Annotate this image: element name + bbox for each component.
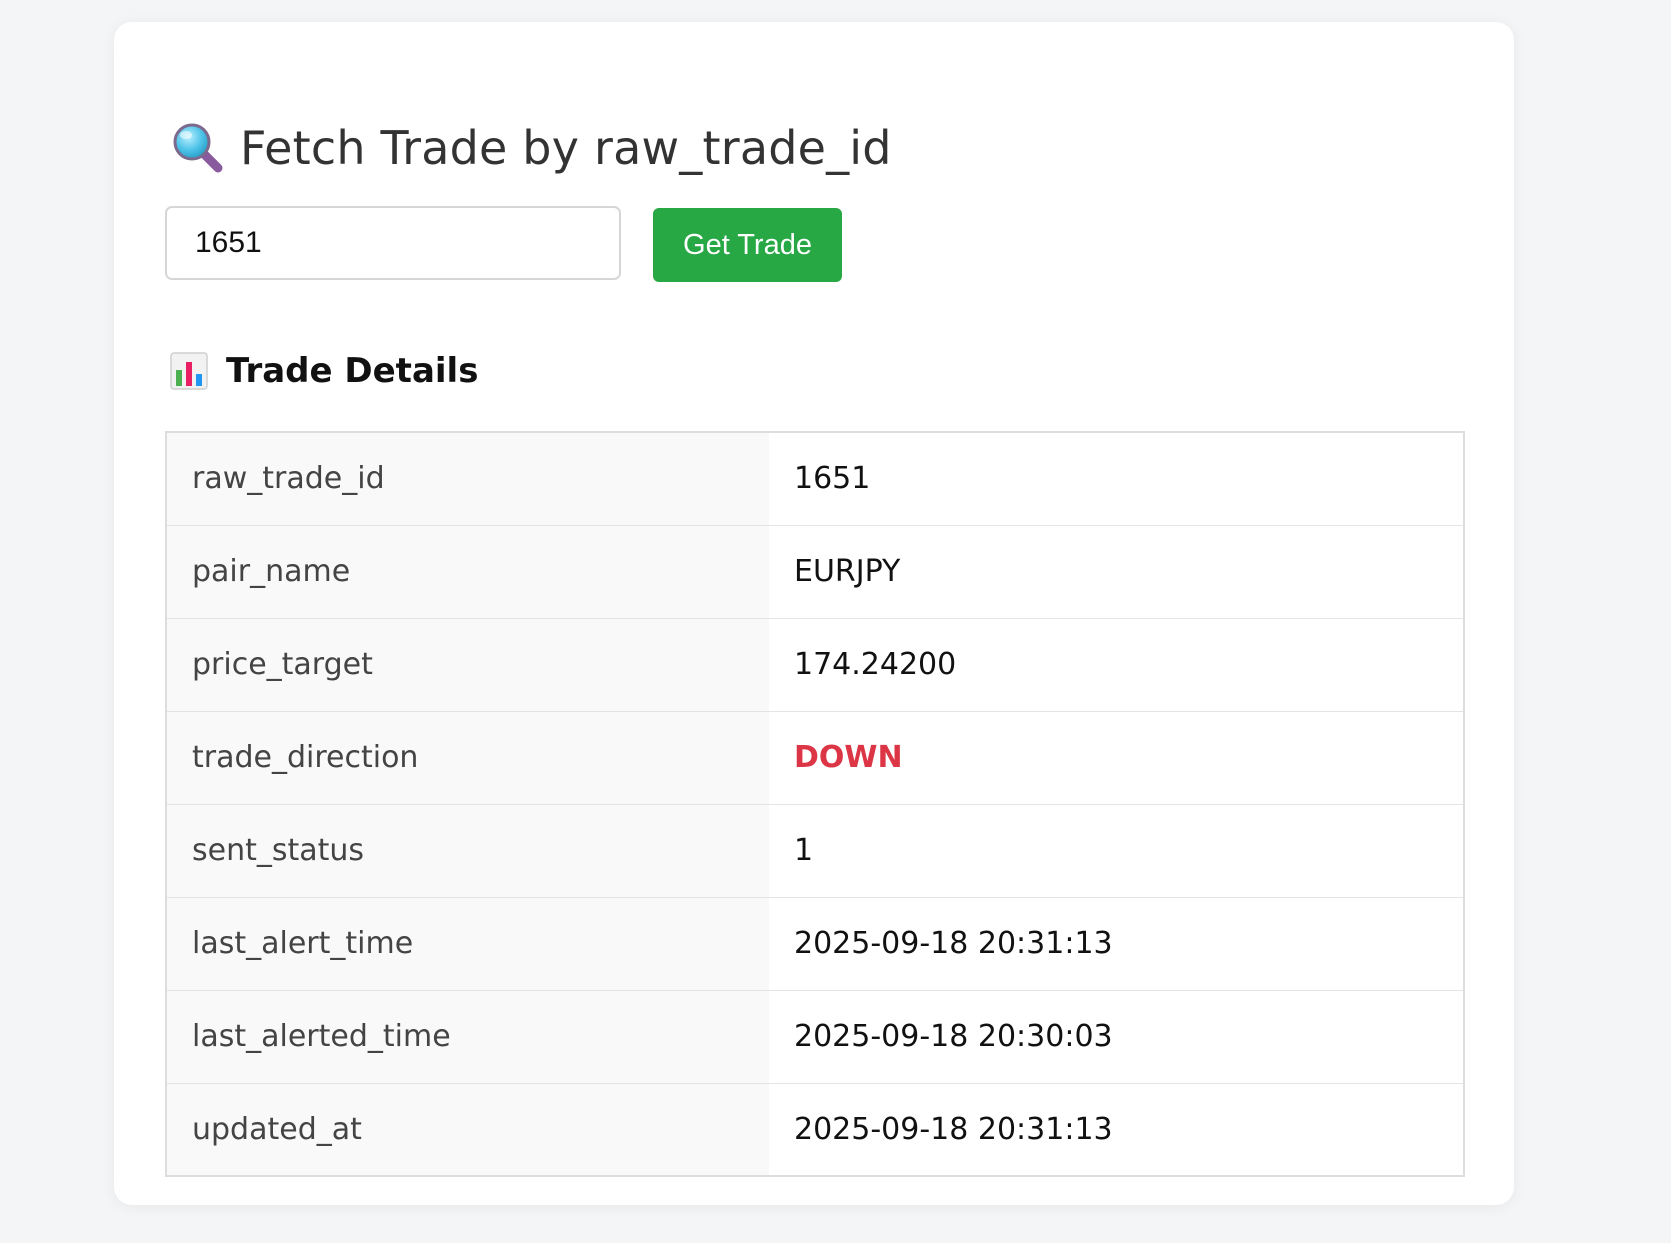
field-value: 2025-09-18 20:31:13 <box>769 1083 1464 1176</box>
page-title: Fetch Trade by raw_trade_id <box>240 121 892 175</box>
trade-direction-value: DOWN <box>769 711 1464 805</box>
field-value: EURJPY <box>769 525 1464 619</box>
table-row: raw_trade_id 1651 <box>166 432 1464 526</box>
trade-details-heading: Trade Details <box>226 351 479 391</box>
field-name: last_alert_time <box>166 897 769 991</box>
field-name: sent_status <box>166 804 769 898</box>
magnifying-glass-icon <box>170 120 226 176</box>
field-value: 1 <box>769 804 1464 898</box>
field-name: last_alerted_time <box>166 990 769 1084</box>
trade-details-heading-row: Trade Details <box>170 347 478 395</box>
bar-chart-icon <box>170 352 208 390</box>
table-row: last_alerted_time 2025-09-18 20:30:03 <box>166 990 1464 1084</box>
table-row: sent_status 1 <box>166 804 1464 898</box>
fetch-trade-card: Fetch Trade by raw_trade_id Get Trade Tr… <box>114 22 1514 1205</box>
field-name: trade_direction <box>166 711 769 805</box>
table-row: pair_name EURJPY <box>166 525 1464 619</box>
field-name: pair_name <box>166 525 769 619</box>
field-value: 2025-09-18 20:30:03 <box>769 990 1464 1084</box>
field-value: 1651 <box>769 432 1464 526</box>
field-name: price_target <box>166 618 769 712</box>
get-trade-button[interactable]: Get Trade <box>653 208 842 282</box>
table-row: price_target 174.24200 <box>166 618 1464 712</box>
field-name: raw_trade_id <box>166 432 769 526</box>
field-value: 2025-09-18 20:31:13 <box>769 897 1464 991</box>
table-row: trade_direction DOWN <box>166 711 1464 805</box>
trade-details-table: raw_trade_id 1651 pair_name EURJPY price… <box>165 431 1465 1177</box>
table-row: updated_at 2025-09-18 20:31:13 <box>166 1083 1464 1176</box>
page-title-row: Fetch Trade by raw_trade_id <box>170 118 892 178</box>
field-value: 174.24200 <box>769 618 1464 712</box>
field-name: updated_at <box>166 1083 769 1176</box>
raw-trade-id-input[interactable] <box>165 206 621 280</box>
table-row: last_alert_time 2025-09-18 20:31:13 <box>166 897 1464 991</box>
